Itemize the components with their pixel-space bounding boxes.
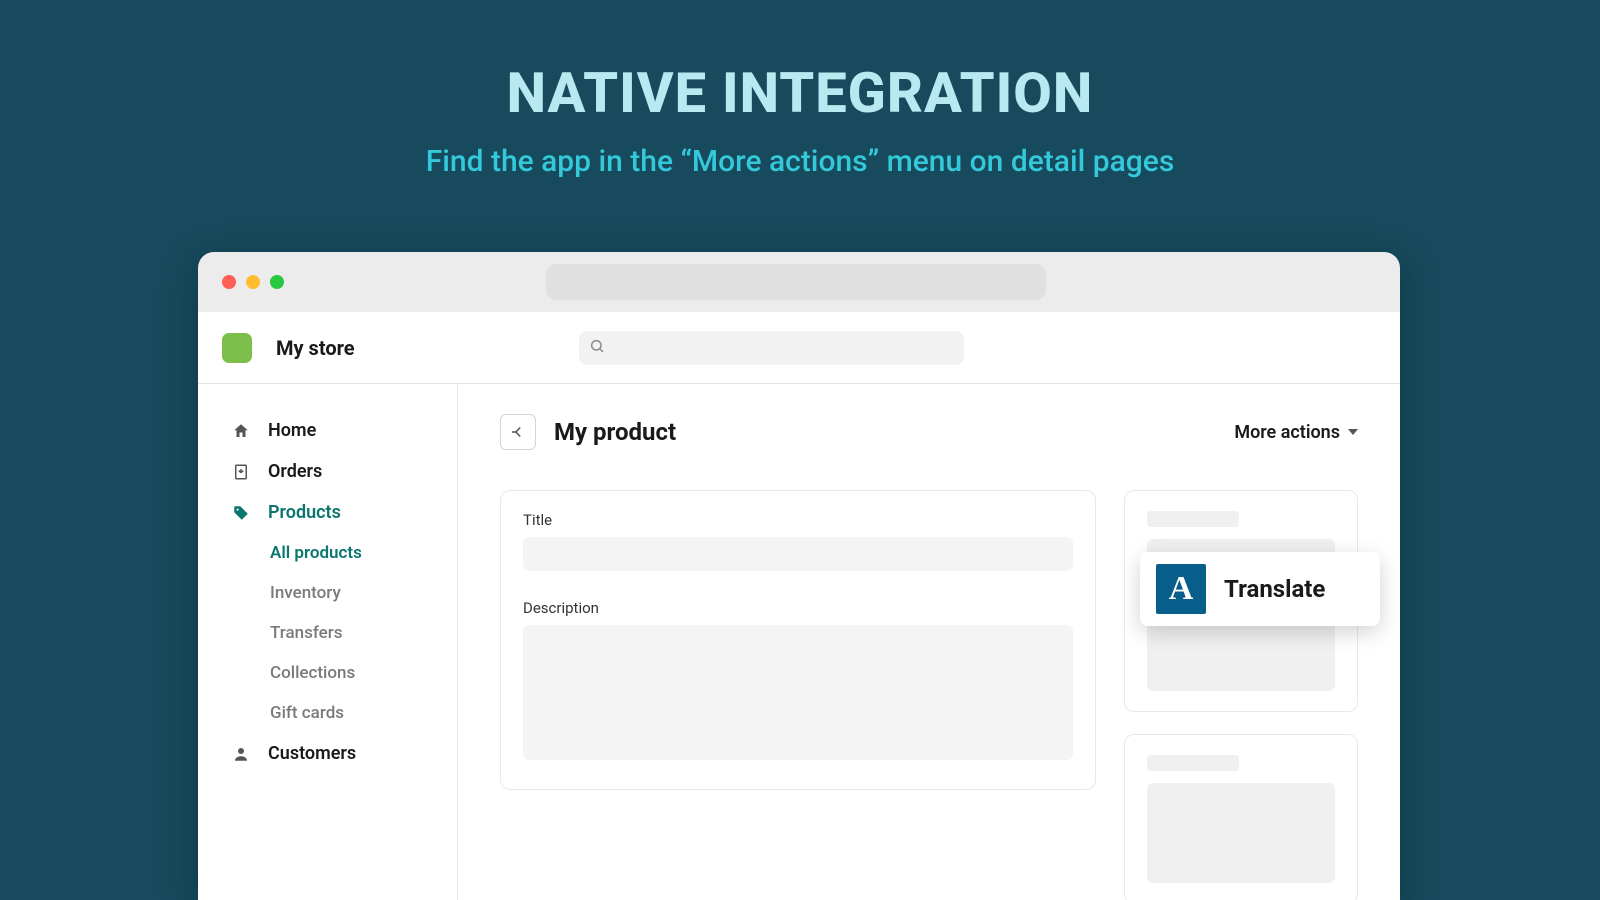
sidebar-item-orders[interactable]: Orders (198, 451, 457, 492)
side-placeholder (1147, 511, 1239, 527)
orders-icon (232, 463, 250, 481)
home-icon (232, 422, 250, 440)
description-input[interactable] (523, 625, 1073, 760)
page-header: My product More actions (500, 414, 1358, 450)
title-label: Title (523, 511, 1073, 529)
window-address-field (546, 264, 1046, 300)
title-input[interactable] (523, 537, 1073, 571)
more-actions-button[interactable]: More actions (1234, 422, 1358, 443)
sidebar-subitem-collections[interactable]: Collections (270, 653, 457, 693)
page-title: My product (554, 418, 676, 446)
main-content: My product More actions Title Descriptio… (458, 384, 1400, 900)
side-placeholder (1147, 783, 1335, 883)
sidebar-item-label: Customers (268, 743, 356, 764)
store-logo-icon (222, 333, 252, 363)
sidebar-products-sublist: All products Inventory Transfers Collect… (198, 533, 457, 733)
sidebar-item-label: Home (268, 420, 316, 441)
app-topbar: My store (198, 312, 1400, 384)
side-card-2 (1124, 734, 1358, 900)
content-columns: Title Description (500, 490, 1358, 900)
dropdown-item-translate[interactable]: Translate (1224, 575, 1325, 603)
user-icon (232, 745, 250, 763)
window-minimize-icon[interactable] (246, 275, 260, 289)
app-window: My store Home Orders (198, 252, 1400, 900)
window-zoom-icon[interactable] (270, 275, 284, 289)
sidebar-item-label: Products (268, 502, 341, 523)
sidebar-item-customers[interactable]: Customers (198, 733, 457, 774)
product-form-card: Title Description (500, 490, 1096, 790)
global-search-input[interactable] (579, 331, 964, 365)
window-close-icon[interactable] (222, 275, 236, 289)
more-actions-dropdown: A Translate (1140, 552, 1380, 626)
chevron-down-icon (1348, 429, 1358, 435)
sidebar-item-home[interactable]: Home (198, 410, 457, 451)
window-controls (222, 275, 284, 289)
search-icon (589, 338, 605, 358)
app-frame: My store Home Orders (198, 312, 1400, 900)
sidebar-subitem-all-products[interactable]: All products (270, 533, 457, 573)
back-button[interactable] (500, 414, 536, 450)
arrow-left-icon (509, 423, 527, 441)
tag-icon (232, 504, 250, 522)
translate-app-icon: A (1156, 564, 1206, 614)
sidebar-subitem-gift-cards[interactable]: Gift cards (270, 693, 457, 733)
sidebar: Home Orders Products All products (198, 384, 458, 900)
side-column: A Translate (1124, 490, 1358, 900)
store-name: My store (276, 336, 355, 360)
side-placeholder (1147, 755, 1239, 771)
sidebar-subitem-inventory[interactable]: Inventory (270, 573, 457, 613)
sidebar-item-products[interactable]: Products (198, 492, 457, 533)
hero-title: NATIVE INTEGRATION (0, 60, 1600, 126)
sidebar-subitem-transfers[interactable]: Transfers (270, 613, 457, 653)
app-body: Home Orders Products All products (198, 384, 1400, 900)
sidebar-item-label: Orders (268, 461, 322, 482)
hero-subtitle: Find the app in the “More actions” menu … (0, 144, 1600, 179)
promo-hero: NATIVE INTEGRATION Find the app in the “… (0, 0, 1600, 179)
page-header-left: My product (500, 414, 676, 450)
more-actions-label: More actions (1234, 422, 1340, 443)
window-titlebar (198, 252, 1400, 312)
description-label: Description (523, 599, 1073, 617)
